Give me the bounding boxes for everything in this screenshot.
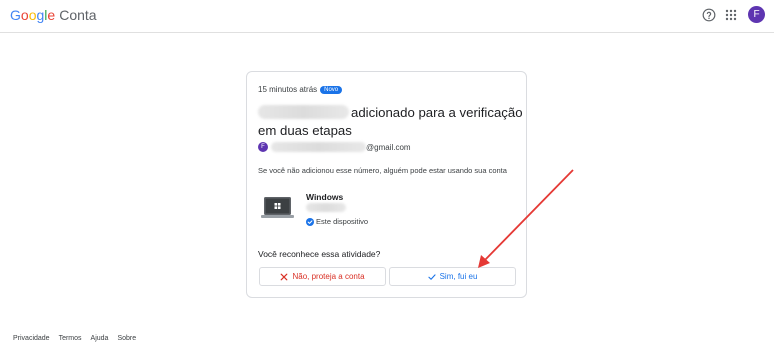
activity-time-row: 15 minutos atrás Novo bbox=[258, 85, 343, 94]
windows-laptop-icon bbox=[261, 197, 294, 218]
logo-product-name: Conta bbox=[59, 7, 97, 23]
account-row: F @gmail.com bbox=[258, 141, 411, 153]
yes-button-label: Sim, fui eu bbox=[439, 272, 478, 281]
footer-link-terms[interactable]: Termos bbox=[59, 335, 82, 342]
activity-time: 15 minutos atrás bbox=[258, 85, 318, 94]
this-device-text: Este dispositivo bbox=[316, 217, 369, 226]
google-account-logo[interactable]: Google Conta bbox=[10, 7, 97, 23]
account-mini-avatar: F bbox=[258, 142, 268, 152]
apps-grid-icon[interactable] bbox=[725, 9, 737, 21]
close-icon bbox=[281, 273, 288, 280]
security-activity-card: 15 minutos atrás Novo adicionado para a v… bbox=[246, 71, 527, 298]
recognize-activity-question: Você reconhece essa atividade? bbox=[258, 249, 381, 259]
footer-link-help[interactable]: Ajuda bbox=[91, 335, 109, 342]
redacted-phone-number bbox=[258, 105, 349, 119]
redacted-device-detail bbox=[306, 203, 346, 212]
top-bar: Google Conta F bbox=[0, 0, 774, 33]
security-warning-text: Se você não adicionou esse número, algué… bbox=[258, 166, 507, 175]
footer-link-about[interactable]: Sobre bbox=[117, 335, 136, 342]
redacted-email-username bbox=[271, 142, 366, 152]
yes-it-was-me-button[interactable]: Sim, fui eu bbox=[389, 267, 516, 286]
check-icon bbox=[427, 273, 436, 280]
logo-letter: G bbox=[10, 7, 21, 23]
activity-headline: adicionado para a verificação em duas et… bbox=[258, 104, 523, 140]
account-avatar[interactable]: F bbox=[748, 6, 765, 23]
no-protect-account-button[interactable]: Não, proteja a conta bbox=[259, 267, 386, 286]
logo-letter: e bbox=[47, 7, 56, 23]
new-badge: Novo bbox=[320, 86, 343, 94]
logo-letter: o bbox=[20, 7, 29, 23]
email-domain: @gmail.com bbox=[366, 142, 411, 152]
verified-check-icon bbox=[306, 217, 314, 226]
footer-link-privacy[interactable]: Privacidade bbox=[13, 335, 50, 342]
this-device-label: Este dispositivo bbox=[306, 217, 368, 226]
device-name: Windows bbox=[306, 192, 344, 202]
help-icon[interactable] bbox=[702, 8, 716, 22]
no-button-label: Não, proteja a conta bbox=[292, 272, 365, 281]
footer: Privacidade Termos Ajuda Sobre bbox=[13, 335, 145, 342]
